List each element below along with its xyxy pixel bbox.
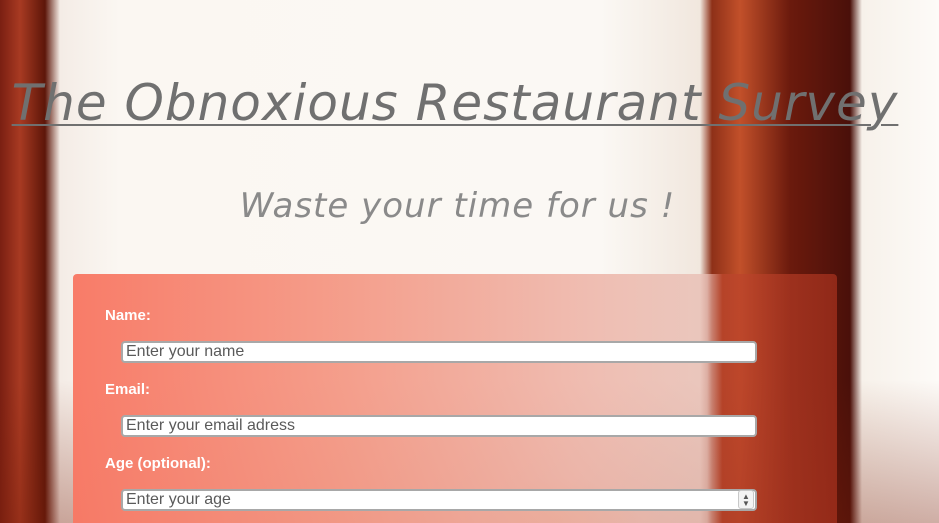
page-description: Waste your time for us ! [239, 186, 676, 226]
email-label: Email: [105, 381, 151, 398]
number-stepper-icon[interactable]: ▲ ▼ [738, 490, 754, 509]
stepper-down-icon[interactable]: ▼ [742, 499, 750, 507]
name-input[interactable] [121, 341, 757, 363]
survey-form [73, 274, 837, 523]
age-label: Age (optional): [105, 455, 211, 472]
page-title: The Obnoxious Restaurant Survey [11, 74, 899, 132]
age-input[interactable] [121, 489, 757, 511]
email-input[interactable] [121, 415, 757, 437]
name-label: Name: [105, 307, 151, 324]
